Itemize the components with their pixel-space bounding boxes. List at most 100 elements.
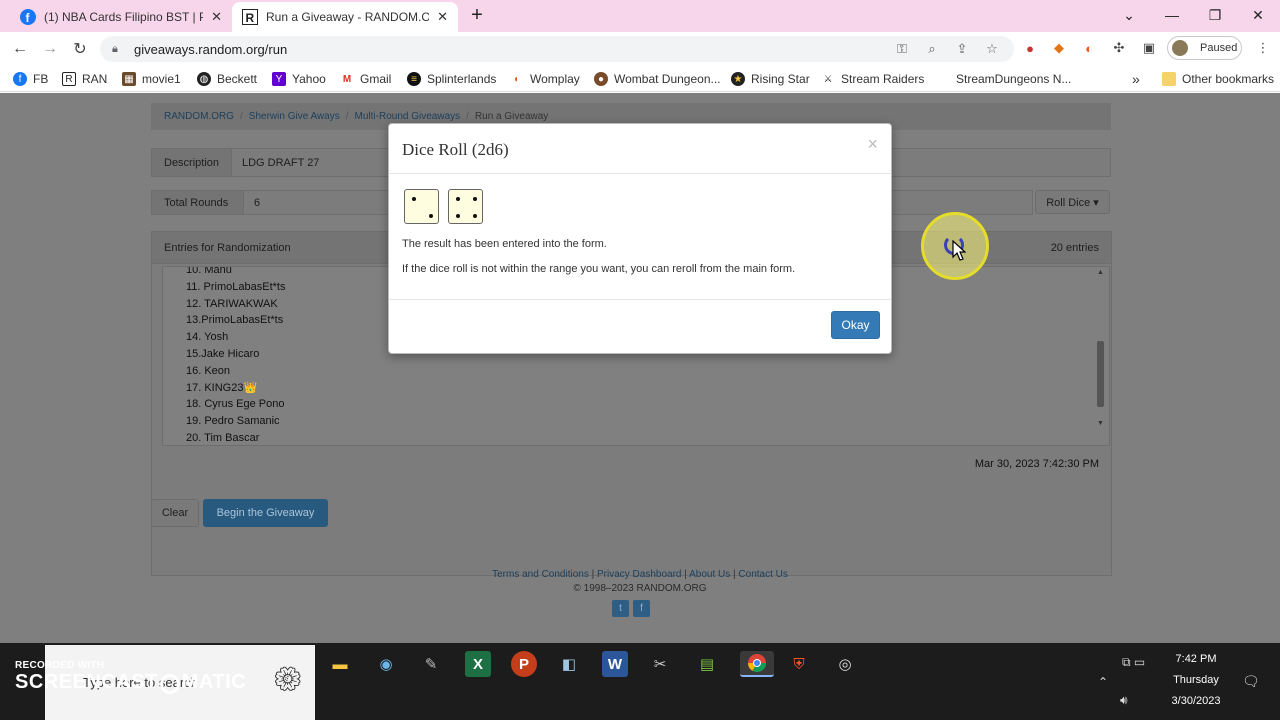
app-icon[interactable]: ◧ <box>556 651 582 677</box>
footer: Terms and Conditions | Privacy Dashboard… <box>0 569 1280 594</box>
close-window-icon[interactable]: ✕ <box>1237 0 1279 30</box>
breadcrumb-link[interactable]: Multi-Round Giveaways <box>355 111 461 122</box>
dice-roll-dialog: Dice Roll (2d6) × The result has been en… <box>388 123 892 354</box>
notification-icon[interactable]: 🗨︎ <box>1242 673 1260 690</box>
bookmark-star-icon[interactable]: ☆ <box>984 41 1000 57</box>
restore-icon[interactable]: ❐ <box>1194 0 1236 30</box>
file-explorer-icon[interactable]: ▬ <box>327 651 353 677</box>
footer-link-about[interactable]: About Us <box>689 569 730 580</box>
bookmark-label: Yahoo <box>292 72 326 86</box>
svg-text:R: R <box>246 11 255 25</box>
facebook-icon[interactable]: f <box>633 600 650 617</box>
bookmark-ran[interactable]: R RAN <box>62 70 107 88</box>
footer-link-contact[interactable]: Contact Us <box>738 569 787 580</box>
address-bar[interactable]: 🔒︎ giveaways.random.org/run <box>100 36 1014 62</box>
roll-dice-button[interactable]: Roll Dice ▾ <box>1035 190 1110 214</box>
notes-icon[interactable]: ▤ <box>694 651 720 677</box>
lock-icon: 🔒︎ <box>112 42 118 55</box>
word-icon[interactable]: W <box>602 651 628 677</box>
close-tab-icon[interactable]: ✕ <box>437 9 448 25</box>
powerpoint-icon[interactable]: P <box>511 651 537 677</box>
zoom-icon[interactable]: ⌕ <box>924 41 940 57</box>
watermark-brand-a: SCREENCAST <box>15 671 158 693</box>
other-bookmarks-folder[interactable]: Other bookmarks <box>1162 70 1274 88</box>
browser-tab-strip: f (1) NBA Cards Filipino BST | PTPA ✕ R … <box>0 0 1280 32</box>
reload-icon[interactable]: ↻ <box>68 38 92 60</box>
chrome-icon[interactable] <box>740 651 774 677</box>
cortana-icon[interactable]: ◉ <box>373 651 399 677</box>
random-org-icon: R <box>242 9 258 25</box>
minimize-icon[interactable]: — <box>1151 0 1193 30</box>
twitter-icon[interactable]: t <box>612 600 629 617</box>
scroll-down-icon[interactable]: ▼ <box>1097 420 1104 427</box>
womplay-extension-icon[interactable]: ◐ <box>1080 39 1098 57</box>
avatar <box>1172 40 1188 56</box>
side-panel-icon[interactable]: ▣ <box>1140 39 1158 57</box>
bookmark-label: Stream Raiders <box>841 72 925 86</box>
begin-giveaway-button[interactable]: Begin the Giveaway <box>203 499 328 527</box>
bookmark-rising-star[interactable]: ★ Rising Star <box>731 70 810 88</box>
reroll-message: If the dice roll is not within the range… <box>402 263 796 275</box>
tab-random-org[interactable]: R Run a Giveaway - RANDOM.ORG ✕ <box>232 2 458 32</box>
facebook-icon: f <box>13 72 27 86</box>
bookmark-fb[interactable]: f FB <box>13 70 48 88</box>
bookmark-label: RAN <box>82 72 108 86</box>
entries-title: Entries for Randomization <box>164 241 291 254</box>
die-face-2-icon <box>404 189 439 224</box>
facebook-icon: f <box>20 9 36 25</box>
extension-icon[interactable]: ● <box>1021 39 1039 57</box>
close-tab-icon[interactable]: ✕ <box>211 9 222 25</box>
bookmark-stream-raiders[interactable]: ⚔ Stream Raiders <box>821 70 924 88</box>
paint-icon[interactable]: ✎ <box>418 651 444 677</box>
volume-icon[interactable]: 🔊︎ <box>1120 693 1128 708</box>
clear-button[interactable]: Clear <box>151 499 199 527</box>
screencast-icon[interactable]: ◎ <box>832 651 858 677</box>
bookmark-movie1[interactable]: ▦ movie1 <box>122 70 181 88</box>
taskbar-clock[interactable]: 7:42 PM Thursday 3/30/2023 <box>1160 649 1232 712</box>
close-icon[interactable]: × <box>867 134 878 155</box>
breadcrumb-link[interactable]: RANDOM.ORG <box>164 111 234 122</box>
footer-link-terms[interactable]: Terms and Conditions <box>492 569 589 580</box>
bookmark-beckett[interactable]: ◍ Beckett <box>197 70 257 88</box>
key-icon[interactable]: ⚿ <box>894 41 910 57</box>
bookmark-wombat-dungeon[interactable]: ● Wombat Dungeon... <box>594 70 721 88</box>
breadcrumb-link[interactable]: Sherwin Give Aways <box>249 111 340 122</box>
splinterlands-icon: ≡ <box>407 72 421 86</box>
brave-icon[interactable]: ⛨ <box>786 651 812 677</box>
bookmark-gmail[interactable]: M Gmail <box>340 70 391 88</box>
snipping-icon[interactable]: ✂ <box>647 651 673 677</box>
tray-icons[interactable]: ⧉ ▭ <box>1122 655 1145 670</box>
list-item: 20. Tim Bascar <box>186 431 260 444</box>
breadcrumb-current: Run a Giveaway <box>474 111 549 122</box>
bookmark-label: Gmail <box>360 72 392 86</box>
bookmark-womplay[interactable]: ◐ Womplay <box>510 70 580 88</box>
back-icon[interactable]: ← <box>8 38 32 60</box>
scroll-up-icon[interactable]: ▲ <box>1097 269 1104 276</box>
globe-icon: ◍ <box>197 72 211 86</box>
bookmark-label: FB <box>33 72 49 86</box>
list-item: 13.PrimoLabasEt*ts <box>186 314 284 327</box>
dialog-title: Dice Roll (2d6) <box>402 140 509 159</box>
bookmark-streamdungeons[interactable]: StreamDungeons N... <box>936 70 1071 88</box>
tab-facebook[interactable]: f (1) NBA Cards Filipino BST | PTPA ✕ <box>10 2 232 32</box>
excel-icon[interactable]: X <box>465 651 491 677</box>
footer-link-privacy[interactable]: Privacy Dashboard <box>597 569 681 580</box>
profile-button[interactable]: Paused <box>1167 36 1242 60</box>
scrollbar-thumb[interactable] <box>1097 341 1104 407</box>
scrollbar[interactable]: ▲ ▼ <box>1095 269 1107 443</box>
extensions-puzzle-icon[interactable]: ✣ <box>1110 39 1128 57</box>
share-icon[interactable]: ⇪ <box>954 41 970 57</box>
show-hidden-icons[interactable]: ⌃ <box>1098 675 1108 689</box>
forward-icon[interactable]: → <box>38 38 62 60</box>
bookmark-yahoo[interactable]: Y Yahoo <box>272 70 326 88</box>
okay-button[interactable]: Okay <box>831 311 880 339</box>
breadcrumb-separator: / <box>240 111 243 122</box>
metamask-icon[interactable]: ◆ <box>1050 39 1068 57</box>
menu-icon[interactable]: ⋮ <box>1254 39 1272 57</box>
bookmark-splinterlands[interactable]: ≡ Splinterlands <box>407 70 496 88</box>
tab-search-icon[interactable]: ⌄ <box>1108 0 1150 30</box>
gmail-icon: M <box>340 72 354 86</box>
result-message: The result has been entered into the for… <box>402 238 607 250</box>
new-tab-button[interactable]: + <box>462 0 492 30</box>
more-bookmarks-icon[interactable]: » <box>1132 70 1140 88</box>
